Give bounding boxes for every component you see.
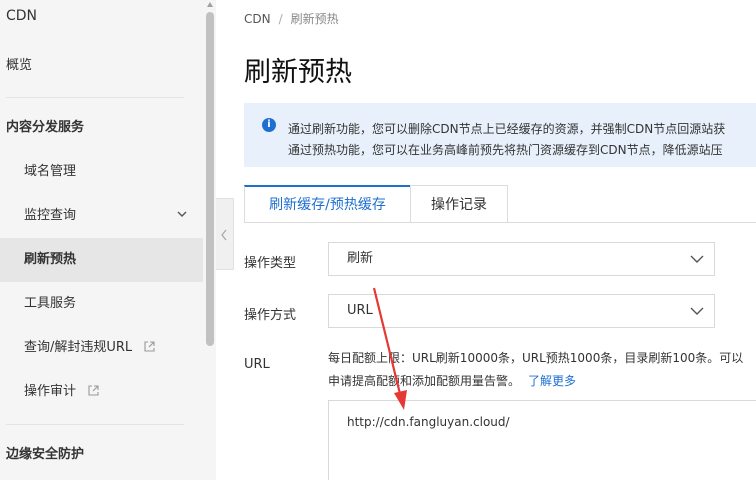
- breadcrumb-root[interactable]: CDN: [244, 12, 271, 26]
- chevron-down-icon: [690, 255, 704, 263]
- sidebar-divider: [6, 97, 184, 98]
- op-type-value: 刷新: [347, 251, 374, 266]
- url-label: URL: [244, 357, 270, 372]
- info-icon: i: [262, 118, 276, 132]
- notice-line-refresh: 通过刷新功能，您可以删除CDN节点上已经缓存的资源，并强制CDN节点回源站获: [288, 122, 726, 136]
- chevron-down-icon: [690, 307, 704, 315]
- breadcrumb: CDN / 刷新预热: [244, 10, 339, 27]
- op-method-label: 操作方式: [244, 308, 297, 323]
- breadcrumb-separator: /: [278, 12, 283, 26]
- op-method-value: URL: [347, 303, 373, 318]
- sidebar-section-distribution: 内容分发服务: [6, 120, 85, 135]
- sidebar-item-audit[interactable]: 操作审计: [0, 370, 203, 414]
- page-title: 刷新预热: [244, 57, 352, 88]
- notice-line-preload: 通过预热功能，您可以在业务高峰前预先将热门资源缓存到CDN节点，降低源站压: [288, 143, 723, 157]
- tab-refresh-preload[interactable]: 刷新缓存/预热缓存: [244, 185, 411, 223]
- chevron-down-icon: [177, 211, 187, 217]
- sidebar-item-overview[interactable]: 概览: [0, 44, 203, 88]
- sidebar-item-refresh-preload[interactable]: 刷新预热: [0, 238, 203, 282]
- sidebar-item-monitoring[interactable]: 监控查询: [0, 194, 203, 238]
- info-notice: i 通过刷新功能，您可以删除CDN节点上已经缓存的资源，并强制CDN节点回源站获…: [244, 103, 756, 167]
- url-textarea-value: http://cdn.fangluyan.cloud/: [347, 415, 510, 429]
- scroll-up-arrow-icon[interactable]: [206, 1, 214, 9]
- op-type-label: 操作类型: [244, 256, 297, 271]
- chevron-left-icon: [221, 229, 227, 241]
- url-textarea[interactable]: http://cdn.fangluyan.cloud/: [328, 400, 756, 480]
- sidebar-section-security: 边缘安全防护: [6, 447, 85, 462]
- sidebar: CDN 概览 内容分发服务 域名管理 监控查询 刷新预热 工具服务 查询/解封违…: [0, 0, 203, 480]
- sidebar-item-violation-url[interactable]: 查询/解封违规URL: [0, 326, 203, 370]
- quota-text-line1: 每日配额上限：URL刷新10000条，URL预热1000条，目录刷新100条。可…: [328, 351, 744, 365]
- sidebar-scrollbar-thumb[interactable]: [206, 12, 214, 346]
- tabs-underline: [244, 222, 756, 223]
- external-link-icon: [144, 341, 155, 352]
- sidebar-divider: [6, 424, 184, 425]
- sidebar-collapse-handle[interactable]: [216, 198, 234, 270]
- sidebar-item-tools[interactable]: 工具服务: [0, 282, 203, 326]
- learn-more-link[interactable]: 了解更多: [528, 374, 576, 388]
- quota-text-line2: 申请提高配额和添加配额用量告警。 了解更多: [328, 372, 576, 389]
- sidebar-item-domain-management[interactable]: 域名管理: [0, 150, 203, 194]
- breadcrumb-current: 刷新预热: [290, 12, 339, 26]
- external-link-icon: [88, 385, 99, 396]
- tab-operation-records[interactable]: 操作记录: [410, 185, 508, 223]
- op-method-select[interactable]: URL: [328, 294, 715, 328]
- sidebar-title: CDN: [6, 8, 38, 24]
- quota-text-line2-content: 申请提高配额和添加配额用量告警。: [328, 374, 521, 388]
- op-type-select[interactable]: 刷新: [328, 242, 715, 276]
